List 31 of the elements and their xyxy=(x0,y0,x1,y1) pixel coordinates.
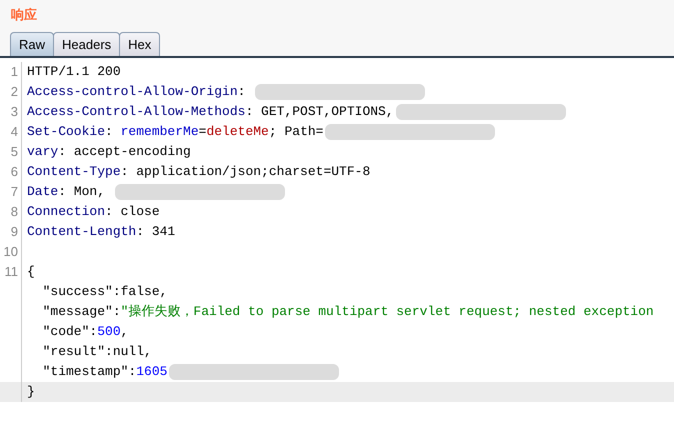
line-number: 6 xyxy=(10,164,18,179)
tab[interactable]: Raw xyxy=(10,32,54,56)
code-line: Set-Cookie: rememberMe=deleteMe; Path= xyxy=(27,123,324,142)
code-line: { xyxy=(27,263,35,282)
line-number: 4 xyxy=(10,124,18,139)
line-number: 7 xyxy=(10,184,18,199)
code-line: Date: Mon, xyxy=(27,183,106,202)
code-line: Content-Length: 341 xyxy=(27,223,176,242)
line-number: 8 xyxy=(10,204,18,219)
code-line: HTTP/1.1 200 xyxy=(27,63,121,82)
line-number: 11 xyxy=(4,264,18,279)
tab[interactable]: Hex xyxy=(119,32,160,56)
code-line: vary: accept-encoding xyxy=(27,143,191,162)
code-line: Access-control-Allow-Origin: xyxy=(27,83,246,102)
line-number: 2 xyxy=(10,84,18,99)
line-number: 1 xyxy=(10,64,18,79)
code-line: "code":500, xyxy=(42,323,128,342)
code-line: Content-Type: application/json;charset=UTF-8 xyxy=(27,163,370,182)
code-line: "message":"操作失败，Failed to parse multipart servlet request; nested exception xyxy=(42,303,654,322)
code-line: } xyxy=(27,383,35,402)
code-line: "timestamp":1605 xyxy=(42,363,168,382)
panel-title: 响应 xyxy=(11,6,37,24)
code-line: Connection: close xyxy=(27,203,160,222)
code-line: Access-Control-Allow-Methods: GET,POST,OPTIONS, xyxy=(27,103,394,122)
line-number: 10 xyxy=(4,244,18,259)
code-line: "result":null, xyxy=(42,343,152,362)
line-number: 5 xyxy=(10,144,18,159)
code-line: "success":false, xyxy=(42,283,168,302)
line-number: 3 xyxy=(10,104,18,119)
line-number: 9 xyxy=(10,224,18,239)
tab[interactable]: Headers xyxy=(53,32,120,56)
